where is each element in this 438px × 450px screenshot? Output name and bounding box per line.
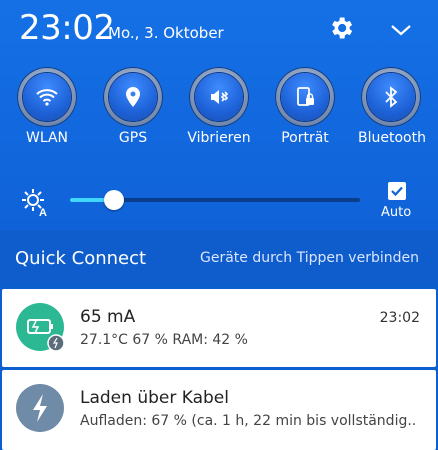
auto-brightness-checkbox[interactable] bbox=[388, 182, 406, 200]
tile-label-gps: GPS bbox=[118, 130, 148, 146]
vibrate-tile[interactable] bbox=[189, 67, 249, 127]
notification-title: 65 mA bbox=[80, 307, 136, 327]
bluetooth-tile[interactable] bbox=[361, 67, 421, 127]
vibrate-icon bbox=[211, 90, 229, 104]
notification-subtitle: 27.1°C 67 % RAM: 42 % bbox=[80, 332, 248, 348]
quick-connect-hint: Geräte durch Tippen verbinden bbox=[200, 250, 419, 266]
notification-charging[interactable]: Laden über Kabel Aufladen: 67 % (ca. 1 h… bbox=[2, 370, 436, 450]
gps-tile[interactable] bbox=[103, 67, 163, 127]
wlan-tile[interactable] bbox=[17, 67, 77, 127]
tile-label-vibrate: Vibrieren bbox=[187, 130, 251, 146]
gear-icon[interactable] bbox=[327, 14, 355, 42]
notification-shade: 23:02 Mo., 3. Oktober WLAN GPS Vibrieren… bbox=[0, 0, 438, 450]
notification-time: 23:02 bbox=[379, 310, 420, 326]
svg-text:A: A bbox=[39, 207, 47, 217]
date-label: Mo., 3. Oktober bbox=[108, 24, 224, 42]
notification-title: Laden über Kabel bbox=[80, 388, 229, 408]
notification-battery[interactable]: 65 mA 27.1°C 67 % RAM: 42 % 23:02 bbox=[2, 289, 436, 367]
quick-connect-title: Quick Connect bbox=[15, 248, 147, 269]
wifi-icon bbox=[36, 89, 58, 106]
chevron-down-icon[interactable] bbox=[387, 18, 415, 42]
quick-settings-panel: 23:02 Mo., 3. Oktober WLAN GPS Vibrieren… bbox=[0, 0, 438, 230]
lightning-icon bbox=[33, 394, 47, 422]
auto-brightness-label: Auto bbox=[381, 205, 412, 220]
tile-label-bluetooth: Bluetooth bbox=[358, 130, 426, 146]
brightness-slider-thumb[interactable] bbox=[104, 190, 124, 210]
auto-brightness-icon: A bbox=[22, 189, 47, 217]
portrait-tile[interactable] bbox=[275, 67, 335, 127]
notification-subtitle: Aufladen: 67 % (ca. 1 h, 22 min bis voll… bbox=[80, 413, 417, 429]
tile-label-wlan: WLAN bbox=[25, 130, 68, 146]
portrait-lock-icon bbox=[297, 87, 314, 106]
clock: 23:02 bbox=[19, 8, 115, 48]
charging-notification-icon bbox=[16, 384, 64, 432]
battery-icon bbox=[27, 319, 65, 352]
tile-label-portrait: Porträt bbox=[281, 130, 329, 146]
battery-notification-icon bbox=[16, 303, 65, 352]
check-icon bbox=[391, 186, 403, 197]
bluetooth-icon bbox=[385, 86, 398, 108]
location-pin-icon bbox=[126, 87, 140, 107]
